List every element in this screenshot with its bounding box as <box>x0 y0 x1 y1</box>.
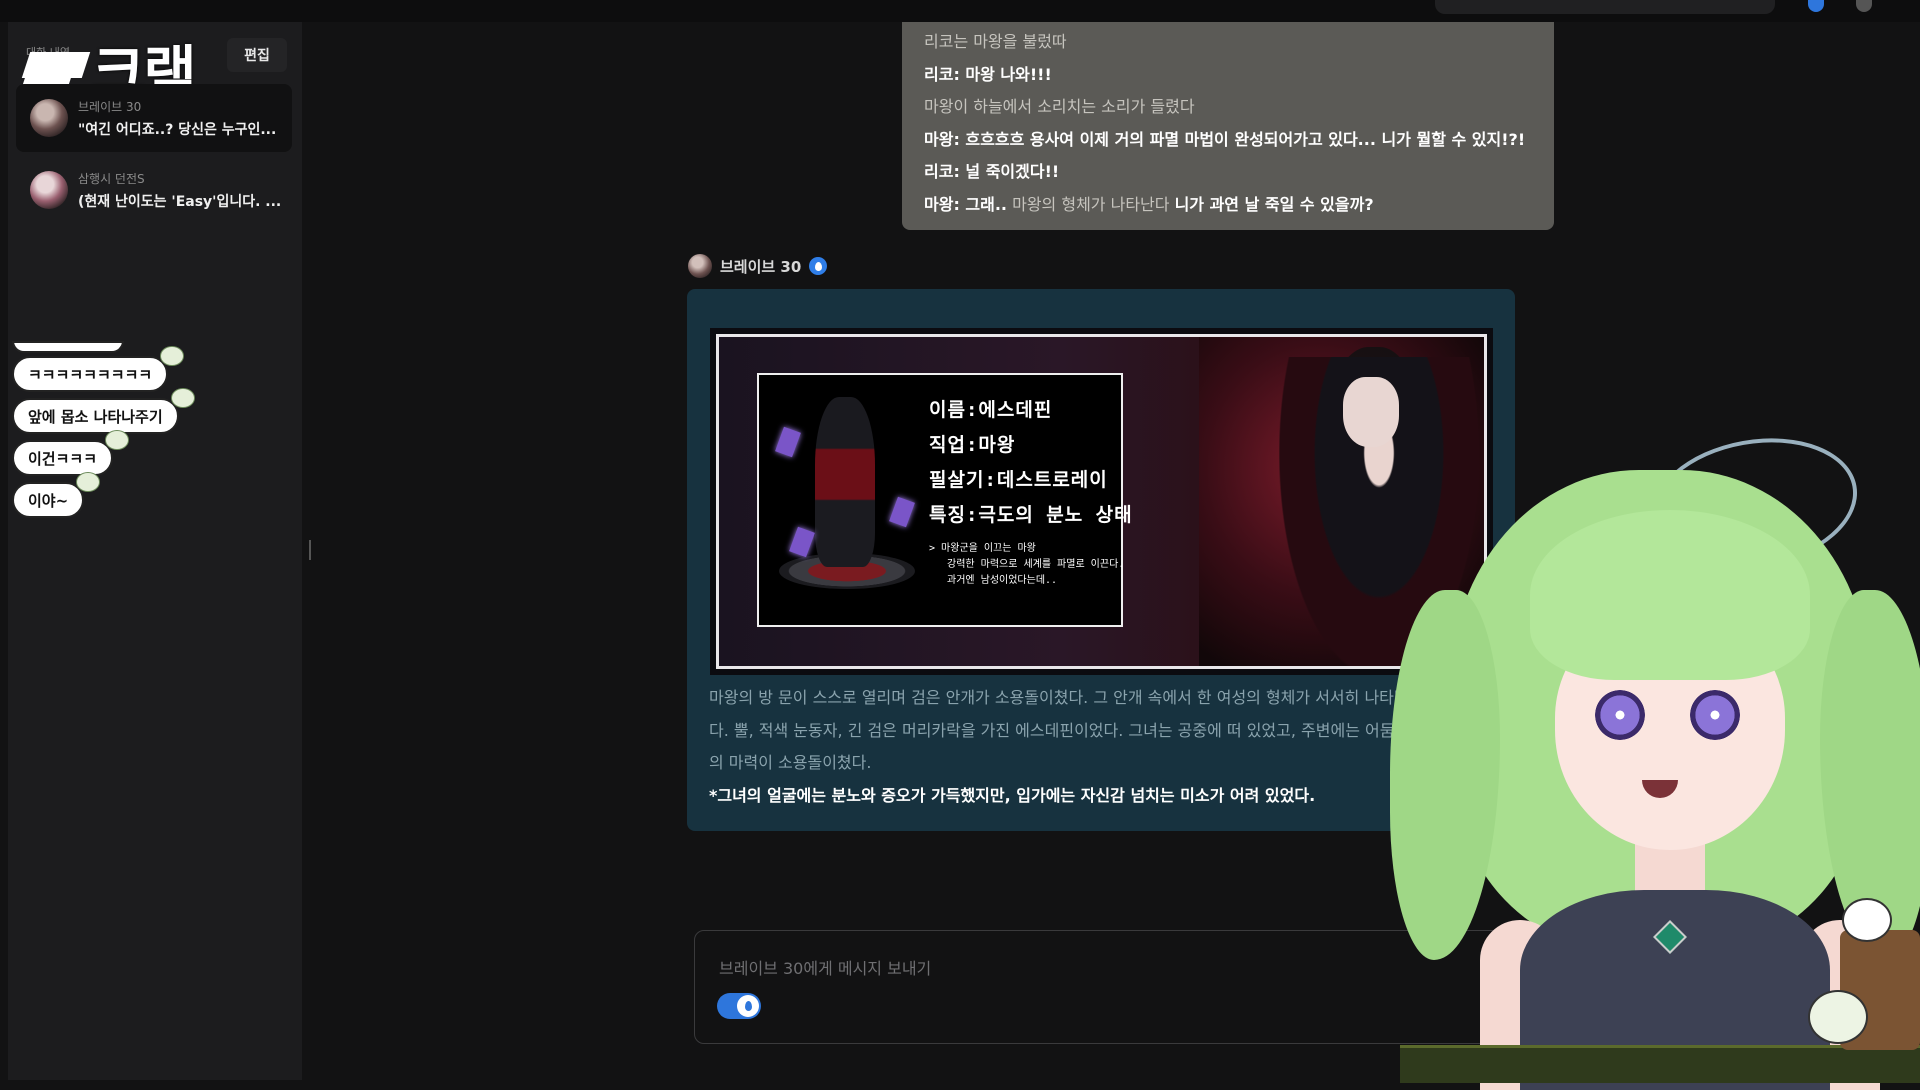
vtuber-twintail-left <box>1390 590 1500 960</box>
chat-name: 브레이브 30 <box>78 99 142 114</box>
vtuber-eye <box>1690 690 1740 740</box>
chat-preview: "여긴 어디죠..? 당신은 누구인... <box>78 121 277 138</box>
narration-part: 마왕의 형체가 나타난다 <box>1007 194 1175 214</box>
message-line: 마왕: 흐흐흐흐 용사여 이제 거의 파멸 마법이 완성되어가고 있다... 니… <box>924 129 1526 149</box>
message-line: 리코: 널 죽이겠다!! <box>924 162 1060 181</box>
edit-button[interactable]: 편집 <box>227 38 287 72</box>
character-card-image[interactable]: 이름:에스데핀 직업:마왕 필살기:데스트로레이 특징:극도의 분노 상태 > … <box>710 328 1493 675</box>
sidebar: 대화 내역 크랙 편집 브레이브 30 "여긴 어디죠..? 당신은 누구인..… <box>8 22 302 1080</box>
verified-badge-icon <box>809 257 828 275</box>
dialogue-part: 니가 과연 날 죽일 수 있을까? <box>1174 194 1374 214</box>
comment-bubble: ㅋㅋㅋㅋㅋㅋㅋㅋㅋ <box>12 346 185 392</box>
comment-text: 앞에 몹소 나타나주기 <box>28 407 163 426</box>
avatar <box>30 171 68 209</box>
chat-preview: (현재 난이도는 'Easy'입니다. ... <box>78 193 282 210</box>
message-line: 리코: 마왕 나와!!! <box>924 64 1052 84</box>
message-line: 리코는 마왕을 불렀따 <box>924 32 1067 51</box>
avatar <box>30 99 68 137</box>
speech-bubble-icon <box>1842 898 1892 942</box>
card-trait-line: 특징:극도의 분노 상태 <box>929 504 1133 526</box>
comment-text: ㅋㅋㅋㅋㅋㅋㅋㅋㅋ <box>28 365 153 384</box>
vtuber-eye <box>1595 690 1645 740</box>
mascot-icon <box>76 472 101 492</box>
droplet-icon <box>737 995 759 1017</box>
message-line: 마왕: 그래.. 마왕의 형체가 나타난다 니가 과연 날 죽일 수 있을까? <box>924 189 1532 222</box>
card-name-line: 이름:에스데핀 <box>929 399 1053 421</box>
settings-icon[interactable] <box>1856 0 1872 12</box>
card-info-box: 이름:에스데핀 직업:마왕 필살기:데스트로레이 특징:극도의 분노 상태 > … <box>757 373 1132 627</box>
chat-item-brave30[interactable]: 브레이브 30 "여긴 어디죠..? 당신은 누구인... <box>16 84 292 152</box>
chat-item-samhaengsi[interactable]: 삼행시 던전S (현재 난이도는 'Easy'입니다. ... <box>16 156 292 224</box>
notification-icon[interactable] <box>1808 0 1824 12</box>
character-sprite <box>773 389 921 589</box>
comment-bubble-partial <box>12 341 124 353</box>
comment-bubble: 이야~ <box>12 472 101 518</box>
chat-name: 삼행시 던전S <box>78 171 145 186</box>
avatar[interactable] <box>688 254 712 278</box>
card-info-text: 이름:에스데핀 직업:마왕 필살기:데스트로레이 특징:극도의 분노 상태 > … <box>929 395 1133 589</box>
card-frame: 이름:에스데핀 직업:마왕 필살기:데스트로레이 특징:극도의 분노 상태 > … <box>716 334 1487 669</box>
sprite-body <box>815 397 875 567</box>
card-desc-line: 강력한 마력으로 세계를 파멸로 이끈다. <box>947 559 1125 570</box>
model-toggle[interactable] <box>717 993 761 1019</box>
comment-bubble: 앞에 몹소 나타나주기 <box>12 388 195 434</box>
message-input-placeholder: 브레이브 30에게 메시지 보내기 <box>719 959 932 978</box>
card-desc-line: 과거엔 남성이었다는데.. <box>947 575 1058 586</box>
comment-text: 이야~ <box>28 491 69 510</box>
crystal-icon <box>889 496 915 528</box>
sidebar-resize-handle[interactable] <box>309 540 311 560</box>
card-job-line: 직업:마왕 <box>929 434 1016 456</box>
bot-header: 브레이브 30 <box>688 254 828 278</box>
emphasis-paragraph: *그녀의 얼굴에는 분노와 증오가 가득했지만, 입가에는 자신감 넘치는 미소… <box>709 785 1316 805</box>
mascot-icon <box>170 388 195 408</box>
mascot-icon <box>1808 990 1868 1044</box>
crystal-icon <box>789 526 815 558</box>
card-skill-line: 필살기:데스트로레이 <box>929 469 1108 491</box>
comment-text: 이건ㅋㅋㅋ <box>28 449 98 468</box>
bot-name[interactable]: 브레이브 30 <box>720 256 801 277</box>
vtuber-bangs <box>1530 510 1810 680</box>
narration-paragraph: 마왕의 방 문이 스스로 열리며 검은 안개가 소용돌이쳤다. 그 안개 속에서… <box>709 688 1409 772</box>
user-message: 리코는 마왕을 불렀따 리코: 마왕 나와!!! 마왕이 하늘에서 소리치는 소… <box>902 22 1554 230</box>
top-search-bar[interactable] <box>1435 0 1775 14</box>
top-bar <box>0 0 1920 22</box>
message-line: 마왕이 하늘에서 소리치는 소리가 들렸다 <box>924 97 1195 116</box>
bot-message-text: 마왕의 방 문이 스스로 열리며 검은 안개가 소용돌이쳤다. 그 안개 속에서… <box>709 682 1409 812</box>
comment-bubble: 이건ㅋㅋㅋ <box>12 430 130 476</box>
mascot-icon <box>105 430 130 450</box>
crystal-icon <box>775 426 801 458</box>
card-desc-line: > 마왕군을 이끄는 마왕 <box>929 543 1036 554</box>
dialogue-part: 마왕: 그래.. <box>924 194 1008 214</box>
ground-decoration <box>1400 1045 1920 1083</box>
